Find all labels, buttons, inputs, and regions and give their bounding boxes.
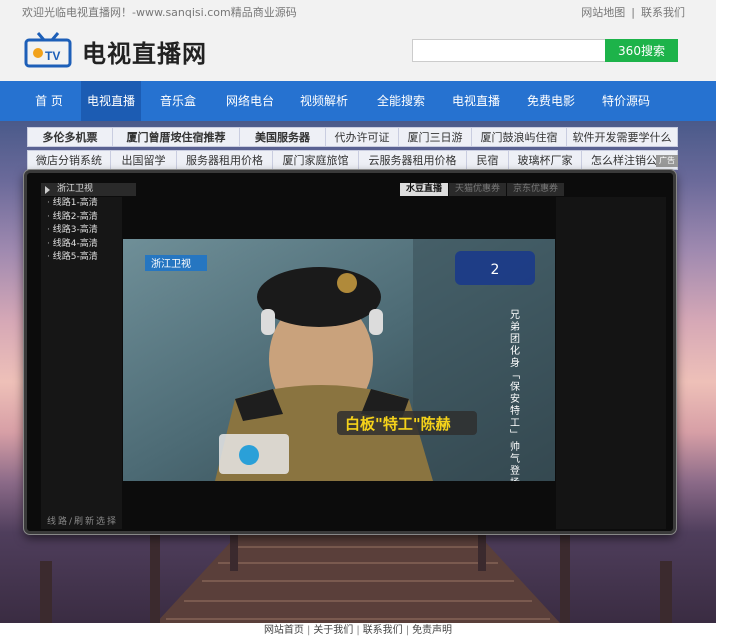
tag-row-1: 多伦多机票 厦门曾厝垵住宿推荐 美国服务器 代办许可证 厦门三日游 厦门鼓浪屿住…: [27, 127, 678, 148]
video-caption: 白板"特工"陈赫: [345, 415, 451, 433]
tag-link[interactable]: 民宿: [467, 150, 509, 170]
line-footer-note: 线路/刷新选择: [47, 517, 119, 527]
video-channel-logo: 浙江卫视: [145, 255, 207, 271]
search-button[interactable]: 360搜索: [605, 39, 678, 62]
tv-logo-icon[interactable]: TV: [24, 32, 76, 68]
header: TV 电视直播网 360搜索: [0, 20, 733, 81]
line-option[interactable]: 线路3-高清: [41, 224, 122, 238]
tag-link[interactable]: 微店分销系统: [27, 150, 111, 170]
tv-player-frame: 浙江卫视 线路1-高清 线路2-高清 线路3-高清 线路4-高清 线路5-高清 …: [24, 170, 676, 534]
tag-link[interactable]: 厦门三日游: [399, 127, 472, 147]
source-tabs: 水豆直播 天猫优惠券 京东优惠券: [400, 183, 565, 196]
video-frame[interactable]: 浙江卫视 2 白板"特工"陈赫 兄弟团化身「保安特工」帅气登场执行神秘任务: [123, 239, 555, 481]
video-side-text: 兄弟团化身「保安特工」帅气登场执行神秘任务: [508, 309, 520, 481]
channel-name: 浙江卫视: [57, 184, 94, 194]
tag-link[interactable]: 玻璃杯厂家: [509, 150, 582, 170]
line-list: 线路1-高清 线路2-高清 线路3-高清 线路4-高清 线路5-高清: [41, 197, 122, 529]
contact-link[interactable]: 联系我们: [641, 6, 685, 19]
nav-item-source-code[interactable]: 特价源码: [589, 81, 663, 121]
ad-badge[interactable]: 广告: [656, 155, 678, 167]
tag-link[interactable]: 美国服务器: [240, 127, 326, 147]
tag-link[interactable]: 厦门曾厝垵住宿推荐: [113, 127, 240, 147]
sitemap-link[interactable]: 网站地图: [581, 6, 625, 19]
line-option[interactable]: 线路1-高清: [41, 197, 122, 211]
search-input[interactable]: [412, 39, 606, 62]
svg-text:2: 2: [491, 262, 500, 278]
tag-link[interactable]: 软件开发需要学什么: [567, 127, 678, 147]
tab-source-1[interactable]: 水豆直播: [400, 183, 449, 196]
top-links: 网站地图 | 联系我们: [581, 6, 685, 19]
show-logo: 2: [455, 251, 535, 285]
tag-link[interactable]: 出国留学: [111, 150, 177, 170]
nav-item-tv-live[interactable]: 电视直播: [81, 81, 141, 121]
footer-home-link[interactable]: 网站首页: [264, 625, 304, 636]
wooden-pier-illustration: [40, 521, 672, 623]
main-nav: 首 页 电视直播 音乐盒 网络电台 视频解析 全能搜索 电视直播 免费电影 特价…: [0, 81, 716, 121]
top-bar: 欢迎光临电视直播网！-www.sanqisi.com精品商业源码 网站地图 | 联系…: [0, 0, 733, 20]
footer-links: 网站首页 | 关于我们 | 联系我们 | 免责声明: [0, 623, 716, 639]
expand-arrow-icon: [45, 186, 50, 194]
video-logo-text: 浙江卫视: [151, 257, 191, 270]
tag-links: 多伦多机票 厦门曾厝垵住宿推荐 美国服务器 代办许可证 厦门三日游 厦门鼓浪屿住…: [27, 127, 678, 173]
logo-badge: TV: [45, 49, 60, 63]
tab-source-3[interactable]: 京东优惠券: [507, 183, 565, 196]
nav-item-music[interactable]: 音乐盒: [141, 81, 215, 121]
welcome-text: 欢迎光临电视直播网！-www.sanqisi.com精品商业源码: [22, 6, 297, 19]
tab-source-2[interactable]: 天猫优惠券: [449, 183, 507, 196]
tag-link[interactable]: 厦门鼓浪屿住宿: [472, 127, 567, 147]
footer-contact-link[interactable]: 联系我们: [363, 625, 403, 636]
nav-item-video-parse[interactable]: 视频解析: [285, 81, 363, 121]
nav-item-tv-live-2[interactable]: 电视直播: [439, 81, 513, 121]
line-option[interactable]: 线路4-高清: [41, 238, 122, 252]
nav-item-search[interactable]: 全能搜索: [363, 81, 439, 121]
tag-link[interactable]: 厦门家庭旅馆: [273, 150, 359, 170]
video-still-image: 浙江卫视 2 白板"特工"陈赫 兄弟团化身「保安特工」帅气登场执行神秘任务: [123, 239, 555, 481]
tag-link[interactable]: 多伦多机票: [27, 127, 113, 147]
tag-link[interactable]: 服务器租用价格: [177, 150, 273, 170]
tag-link[interactable]: 云服务器租用价格: [359, 150, 467, 170]
footer-about-link[interactable]: 关于我们: [313, 625, 353, 636]
site-logo-text[interactable]: 电视直播网: [82, 34, 207, 69]
footer-disclaimer-link[interactable]: 免责声明: [412, 625, 452, 636]
tag-row-2: 微店分销系统 出国留学 服务器租用价格 厦门家庭旅馆 云服务器租用价格 民宿 玻…: [27, 150, 678, 171]
player-right-panel: [556, 197, 666, 529]
caption-banner: 白板"特工"陈赫: [337, 411, 477, 435]
nav-item-radio[interactable]: 网络电台: [215, 81, 285, 121]
page-right-margin: [716, 0, 733, 639]
tag-link[interactable]: 代办许可证: [326, 127, 399, 147]
channel-header[interactable]: 浙江卫视: [41, 183, 136, 196]
line-option[interactable]: 线路2-高清: [41, 211, 122, 225]
nav-item-movies[interactable]: 免费电影: [513, 81, 589, 121]
line-option[interactable]: 线路5-高清: [41, 251, 122, 265]
